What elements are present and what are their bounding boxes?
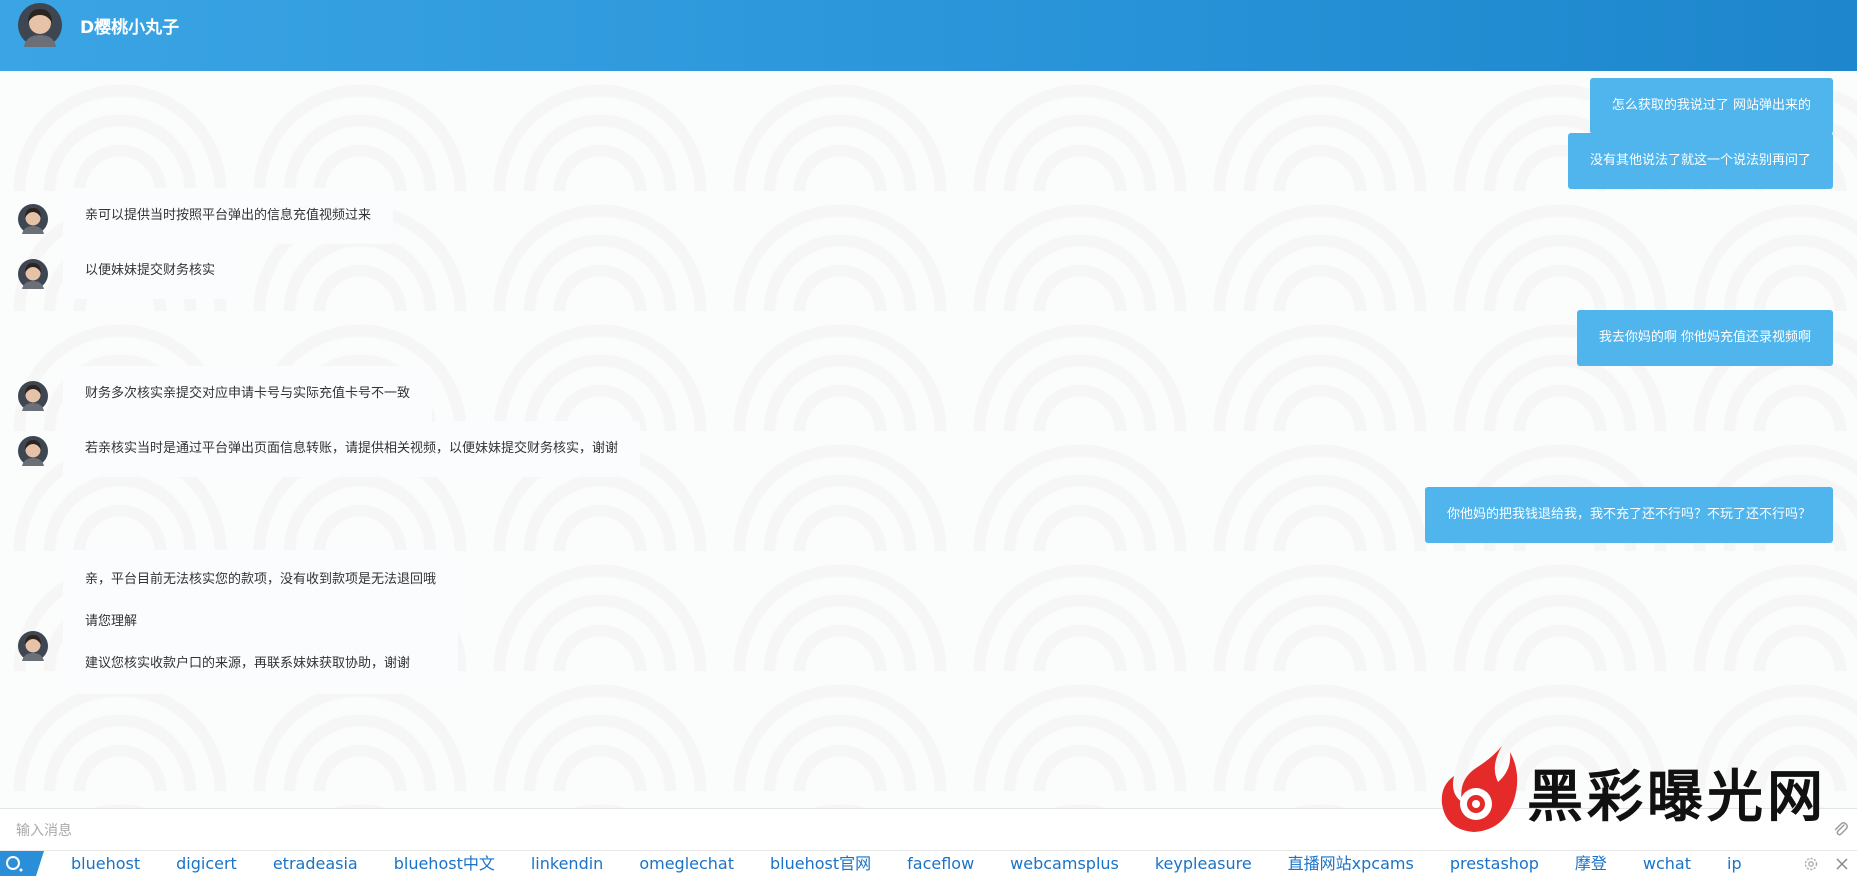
footer-link[interactable]: 直播网站xpcams <box>1288 851 1414 876</box>
footer-link[interactable]: webcamsplus <box>1010 851 1119 876</box>
agent-avatar-small <box>18 381 48 411</box>
message-outgoing: 你他妈的把我钱退给我，我不充了还不行吗？不玩了还不行吗？ <box>1424 487 1833 543</box>
search-tab-icon[interactable] <box>0 851 44 876</box>
close-icon[interactable] <box>1834 856 1850 872</box>
watermark-text: 黑彩曝光网 <box>1527 765 1827 830</box>
attach-icon[interactable] <box>1832 821 1850 839</box>
footer-link[interactable]: bluehost <box>71 851 140 876</box>
watermark: 黑彩曝光网 <box>1432 740 1823 840</box>
message-incoming: 若亲核实当时是通过平台弹出页面信息转账，请提供相关视频，以便妹妹提交财务核实，谢… <box>63 421 641 477</box>
agent-avatar-small <box>18 436 48 466</box>
footer-link[interactable]: bluehost官网 <box>770 851 871 876</box>
message-outgoing: 没有其他说法了就这一个说法别再问了 <box>1567 133 1833 189</box>
message-incoming: 以便妹妹提交财务核实 <box>63 243 238 299</box>
footer-link[interactable]: keypleasure <box>1155 851 1252 876</box>
message-line: 亲，平台目前无法核实您的款项，没有收到款项是无法退回哦 <box>85 572 437 587</box>
footer-link[interactable]: prestashop <box>1450 851 1539 876</box>
footer-link[interactable]: faceflow <box>907 851 974 876</box>
chat-area[interactable]: 怎么获取的我说过了 网站弹出来的 没有其他说法了就这一个说法别再问了 亲可以提供… <box>0 71 1857 808</box>
footer-link[interactable]: linkendin <box>531 851 603 876</box>
message-incoming: 亲可以提供当时按照平台弹出的信息充值视频过来 <box>63 188 394 244</box>
message-line: 建议您核实收款户口的来源，再联系妹妹获取协助，谢谢 <box>85 656 411 671</box>
message-line: 请您理解 <box>85 614 138 629</box>
agent-avatar[interactable] <box>18 3 62 47</box>
message-outgoing: 我去你妈的啊 你他妈充值还录视频啊 <box>1576 310 1833 366</box>
gear-icon[interactable] <box>1802 855 1820 873</box>
footer-link[interactable]: bluehost中文 <box>394 851 495 876</box>
message-incoming-multiline: 亲，平台目前无法核实您的款项，没有收到款项是无法退回哦 请您理解 建议您核实收款… <box>63 550 459 694</box>
footer-link[interactable]: omeglechat <box>639 851 734 876</box>
footer-link[interactable]: wchat <box>1643 851 1691 876</box>
agent-avatar-small <box>18 631 48 661</box>
footer-links: bluehost digicert etradeasia bluehost中文 link… <box>71 851 1778 876</box>
agent-avatar-small <box>18 204 48 234</box>
message-outgoing: 怎么获取的我说过了 网站弹出来的 <box>1589 78 1833 134</box>
footer-bar: bluehost digicert etradeasia bluehost中文 link… <box>0 850 1857 876</box>
agent-name: D樱桃小丸子 <box>80 18 180 38</box>
footer-link[interactable]: etradeasia <box>273 851 358 876</box>
message-incoming: 财务多次核实亲提交对应申请卡号与实际充值卡号不一致 <box>63 366 433 422</box>
footer-link[interactable]: digicert <box>176 851 237 876</box>
footer-link[interactable]: ip <box>1727 851 1742 876</box>
chat-header: D樱桃小丸子 <box>0 0 1857 71</box>
agent-avatar-small <box>18 259 48 289</box>
watermark-logo <box>1441 746 1518 832</box>
footer-link[interactable]: 摩登 <box>1575 851 1607 876</box>
